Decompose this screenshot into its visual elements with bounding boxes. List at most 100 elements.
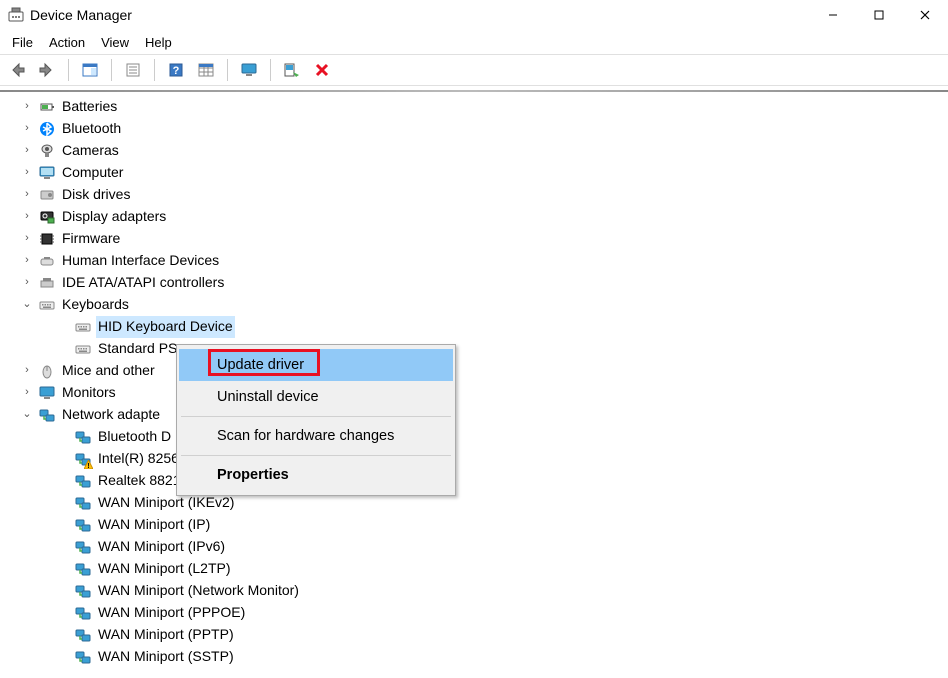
tree-node-label: Computer (60, 162, 125, 184)
context-menu-item[interactable]: Uninstall device (179, 381, 453, 413)
battery-icon (38, 99, 56, 115)
collapse-icon[interactable]: ⌄ (20, 296, 34, 313)
context-menu-separator (181, 416, 451, 417)
keyboard-icon (74, 319, 92, 335)
tree-node[interactable]: ⌄Keyboards (0, 294, 948, 316)
tree-node-label: Firmware (60, 228, 122, 250)
tree-node-label: Disk drives (60, 184, 132, 206)
menu-action[interactable]: Action (41, 32, 93, 53)
tree-node-label: Network adapte (60, 404, 162, 426)
network-icon (74, 561, 92, 577)
keyboard-icon (74, 341, 92, 357)
network-icon (74, 583, 92, 599)
tree-node[interactable]: WAN Miniport (IKEv2) (0, 492, 948, 514)
tree-node[interactable]: › Disk drives (0, 184, 948, 206)
tree-node-label: Monitors (60, 382, 118, 404)
tree-node[interactable]: ›IDE ATA/ATAPI controllers (0, 272, 948, 294)
tree-node[interactable]: WAN Miniport (Network Monitor) (0, 580, 948, 602)
expand-icon[interactable]: › (20, 208, 34, 225)
expand-icon[interactable]: › (20, 274, 34, 291)
tree-node[interactable]: ›Cameras (0, 140, 948, 162)
expand-icon[interactable]: › (20, 252, 34, 269)
expand-icon[interactable]: › (20, 230, 34, 247)
tree-node[interactable]: Intel(R) 8256 (0, 448, 948, 470)
window-title: Device Manager (30, 7, 132, 23)
network-icon (74, 539, 92, 555)
hid-icon (38, 253, 56, 269)
toolbar-scan-button[interactable] (279, 57, 305, 83)
network-icon (38, 407, 56, 423)
network-icon (74, 517, 92, 533)
toolbar-show-hide-button[interactable] (77, 57, 103, 83)
tree-node-label: Bluetooth D (96, 426, 173, 448)
maximize-button[interactable] (856, 0, 902, 30)
tree-node[interactable]: Standard PS (0, 338, 948, 360)
expand-icon[interactable]: › (20, 98, 34, 115)
tree-node-label: WAN Miniport (PPTP) (96, 624, 236, 646)
context-menu-item[interactable]: Properties (179, 459, 453, 491)
tree-node[interactable]: Realtek 8821CE Wireless LAN 802.11ac PCI… (0, 470, 948, 492)
network-icon (74, 429, 92, 445)
context-menu-separator (181, 455, 451, 456)
tree-node-label: HID Keyboard Device (96, 316, 235, 338)
expand-icon[interactable]: › (20, 384, 34, 401)
tree-node[interactable]: › Monitors (0, 382, 948, 404)
toolbar-separator (154, 59, 155, 81)
keyboard-icon (38, 297, 56, 313)
context-menu-item[interactable]: Update driver (179, 349, 453, 381)
tree-node[interactable]: ›Batteries (0, 96, 948, 118)
close-button[interactable] (902, 0, 948, 30)
menu-file[interactable]: File (4, 32, 41, 53)
toolbar-monitor-button[interactable] (236, 57, 262, 83)
toolbar-forward-button[interactable] (34, 57, 60, 83)
toolbar-back-button[interactable] (4, 57, 30, 83)
tree-node-label: Intel(R) 8256 (96, 448, 181, 470)
camera-icon (38, 143, 56, 159)
minimize-button[interactable] (810, 0, 856, 30)
toolbar-help-button[interactable] (163, 57, 189, 83)
tree-node[interactable]: › Human Interface Devices (0, 250, 948, 272)
tree-node[interactable]: WAN Miniport (IP) (0, 514, 948, 536)
tree-node[interactable]: WAN Miniport (PPTP) (0, 624, 948, 646)
tree-node[interactable]: › Bluetooth (0, 118, 948, 140)
tree-node-label: WAN Miniport (PPPOE) (96, 602, 247, 624)
app-icon (8, 7, 24, 23)
tree-node[interactable]: › Firmware (0, 228, 948, 250)
expand-icon[interactable]: › (20, 362, 34, 379)
tree-node[interactable]: WAN Miniport (IPv6) (0, 536, 948, 558)
tree-node-label: WAN Miniport (L2TP) (96, 558, 233, 580)
tree-node[interactable]: HID Keyboard Device (0, 316, 948, 338)
network-icon (74, 495, 92, 511)
bluetooth-icon (38, 121, 56, 137)
expand-icon[interactable]: › (20, 164, 34, 181)
tree-node[interactable]: ⌄ Network adapte (0, 404, 948, 426)
tree-node-label: Bluetooth (60, 118, 123, 140)
toolbar-grid-button[interactable] (193, 57, 219, 83)
tree-node[interactable]: WAN Miniport (SSTP) (0, 646, 948, 668)
menu-help[interactable]: Help (137, 32, 180, 53)
device-tree: ›Batteries›Bluetooth›Cameras›Computer›Di… (0, 92, 948, 668)
collapse-icon[interactable]: ⌄ (20, 406, 34, 423)
context-menu-item[interactable]: Scan for hardware changes (179, 420, 453, 452)
tree-node[interactable]: WAN Miniport (PPPOE) (0, 602, 948, 624)
tree-node[interactable]: ›Mice and other (0, 360, 948, 382)
toolbar-disable-button[interactable] (309, 57, 335, 83)
tree-node[interactable]: › Computer (0, 162, 948, 184)
tree-node-label: Human Interface Devices (60, 250, 221, 272)
toolbar-separator (111, 59, 112, 81)
tree-node-label: Display adapters (60, 206, 168, 228)
tree-node-label: Standard PS (96, 338, 179, 360)
tree-node-label: WAN Miniport (IPv6) (96, 536, 227, 558)
menu-view[interactable]: View (93, 32, 137, 53)
tree-node[interactable]: Bluetooth D (0, 426, 948, 448)
tree-node-label: WAN Miniport (SSTP) (96, 646, 236, 668)
tree-node[interactable]: › Display adapters (0, 206, 948, 228)
computer-icon (38, 165, 56, 181)
disk-icon (38, 187, 56, 203)
expand-icon[interactable]: › (20, 120, 34, 137)
expand-icon[interactable]: › (20, 142, 34, 159)
toolbar-properties-button[interactable] (120, 57, 146, 83)
network-icon (74, 451, 92, 467)
tree-node[interactable]: WAN Miniport (L2TP) (0, 558, 948, 580)
expand-icon[interactable]: › (20, 186, 34, 203)
